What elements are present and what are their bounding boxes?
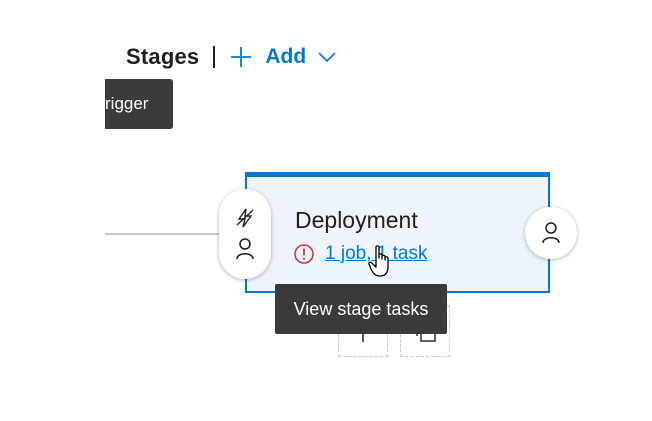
stage-tasks-tooltip: View stage tasks <box>275 284 447 334</box>
stages-header: Stages Add <box>126 40 336 74</box>
trigger-tooltip: rigger <box>105 79 173 129</box>
header-separator <box>213 46 216 68</box>
add-stage-label: Add <box>265 45 307 68</box>
post-deployment-conditions[interactable] <box>525 207 577 259</box>
stage-card-deployment[interactable]: Deployment 1 job, 1 task <box>245 172 550 293</box>
stage-name[interactable]: Deployment <box>295 207 418 234</box>
warning-circle-icon <box>294 244 314 264</box>
chevron-down-icon[interactable] <box>318 50 336 64</box>
artifact-connector-line <box>105 233 223 235</box>
add-stage-button[interactable]: Add <box>229 45 336 69</box>
stages-title: Stages <box>126 44 200 69</box>
trigger-tooltip-text: rigger <box>105 94 149 113</box>
lightning-icon[interactable] <box>234 207 256 229</box>
hand-pointer-icon <box>368 245 389 277</box>
plus-icon <box>231 47 252 67</box>
stage-tasks-tooltip-text: View stage tasks <box>293 298 429 319</box>
person-icon <box>542 222 560 244</box>
pre-deployment-conditions[interactable] <box>219 189 271 279</box>
person-icon[interactable] <box>234 237 256 261</box>
stage-meta: 1 job, 1 task <box>293 243 427 265</box>
